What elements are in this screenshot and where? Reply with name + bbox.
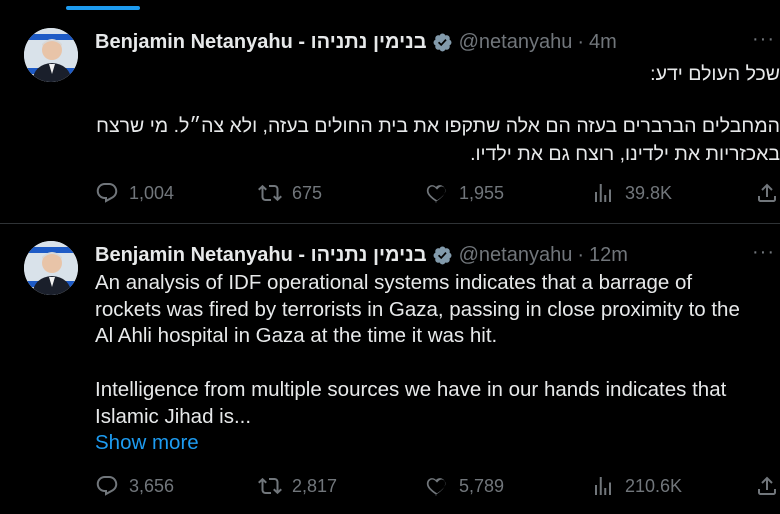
repost-count: 2,817 [292,475,338,496]
more-options-icon[interactable]: ··· [752,29,780,55]
heart-icon [426,185,446,203]
reply-count: 3,656 [129,475,175,496]
tweet[interactable]: Benjamin Netanyahu - בנימין נתניהו @neta… [0,224,780,514]
tweet-header: Benjamin Netanyahu - בנימין נתניהו @neta… [95,242,628,268]
repost-icon [258,477,282,495]
share-button[interactable] [755,181,780,205]
like-count: 1,955 [459,182,505,203]
show-more-link[interactable]: Show more [95,431,199,455]
repost-button[interactable]: 675 [258,181,322,205]
tweet-text-paragraph: המחבלים הברברים בעזה הם אלה שתקפו את בית… [96,115,780,165]
tweet-text-line: שכל העולם ידע: [650,63,780,85]
share-button[interactable] [755,474,780,498]
more-options-icon[interactable]: ··· [752,242,780,268]
views-chart-icon [595,477,611,495]
views-chart-icon [595,184,611,202]
view-count: 39.8K [625,182,673,203]
view-count: 210.6K [625,475,683,496]
reply-count: 1,004 [129,182,175,203]
avatar[interactable] [24,241,78,295]
views-button[interactable]: 210.6K [591,474,682,498]
separator-dot: · [577,243,585,266]
views-button[interactable]: 39.8K [591,181,672,205]
like-count: 5,789 [459,475,505,496]
like-button[interactable]: 1,955 [425,181,504,205]
author-handle[interactable]: @netanyahu [459,244,573,267]
timestamp[interactable]: 12m [589,244,628,267]
share-icon [758,183,776,202]
avatar[interactable] [24,28,78,82]
reply-icon [96,183,118,203]
share-icon [758,476,776,495]
tweet[interactable]: Benjamin Netanyahu - בנימין נתניהו @neta… [0,11,780,224]
tweet-header: Benjamin Netanyahu - בנימין נתניהו @neta… [95,29,617,55]
author-handle[interactable]: @netanyahu [459,31,573,54]
author-name[interactable]: Benjamin Netanyahu - בנימין נתניהו [95,31,427,54]
tweet-text-paragraph: An analysis of IDF operational systems i… [95,271,740,347]
like-button[interactable]: 5,789 [425,474,504,498]
reply-icon [96,476,118,496]
verified-badge-icon [432,245,453,266]
author-name[interactable]: Benjamin Netanyahu - בנימין נתניהו [95,244,427,267]
tweet-text-paragraph: Intelligence from multiple sources we ha… [95,378,727,428]
repost-button[interactable]: 2,817 [258,474,337,498]
separator-dot: · [577,30,585,53]
reply-button[interactable]: 1,004 [95,181,174,205]
tweet-actions: 1,004 675 1,955 39.8K [95,181,780,207]
verified-badge-icon [432,32,453,53]
active-tab-indicator [66,6,140,10]
timestamp[interactable]: 4m [589,31,617,54]
reply-button[interactable]: 3,656 [95,474,174,498]
repost-count: 675 [292,182,323,203]
heart-icon [426,478,446,496]
repost-icon [258,184,282,202]
tweet-actions: 3,656 2,817 5,789 210.6K [95,474,780,500]
